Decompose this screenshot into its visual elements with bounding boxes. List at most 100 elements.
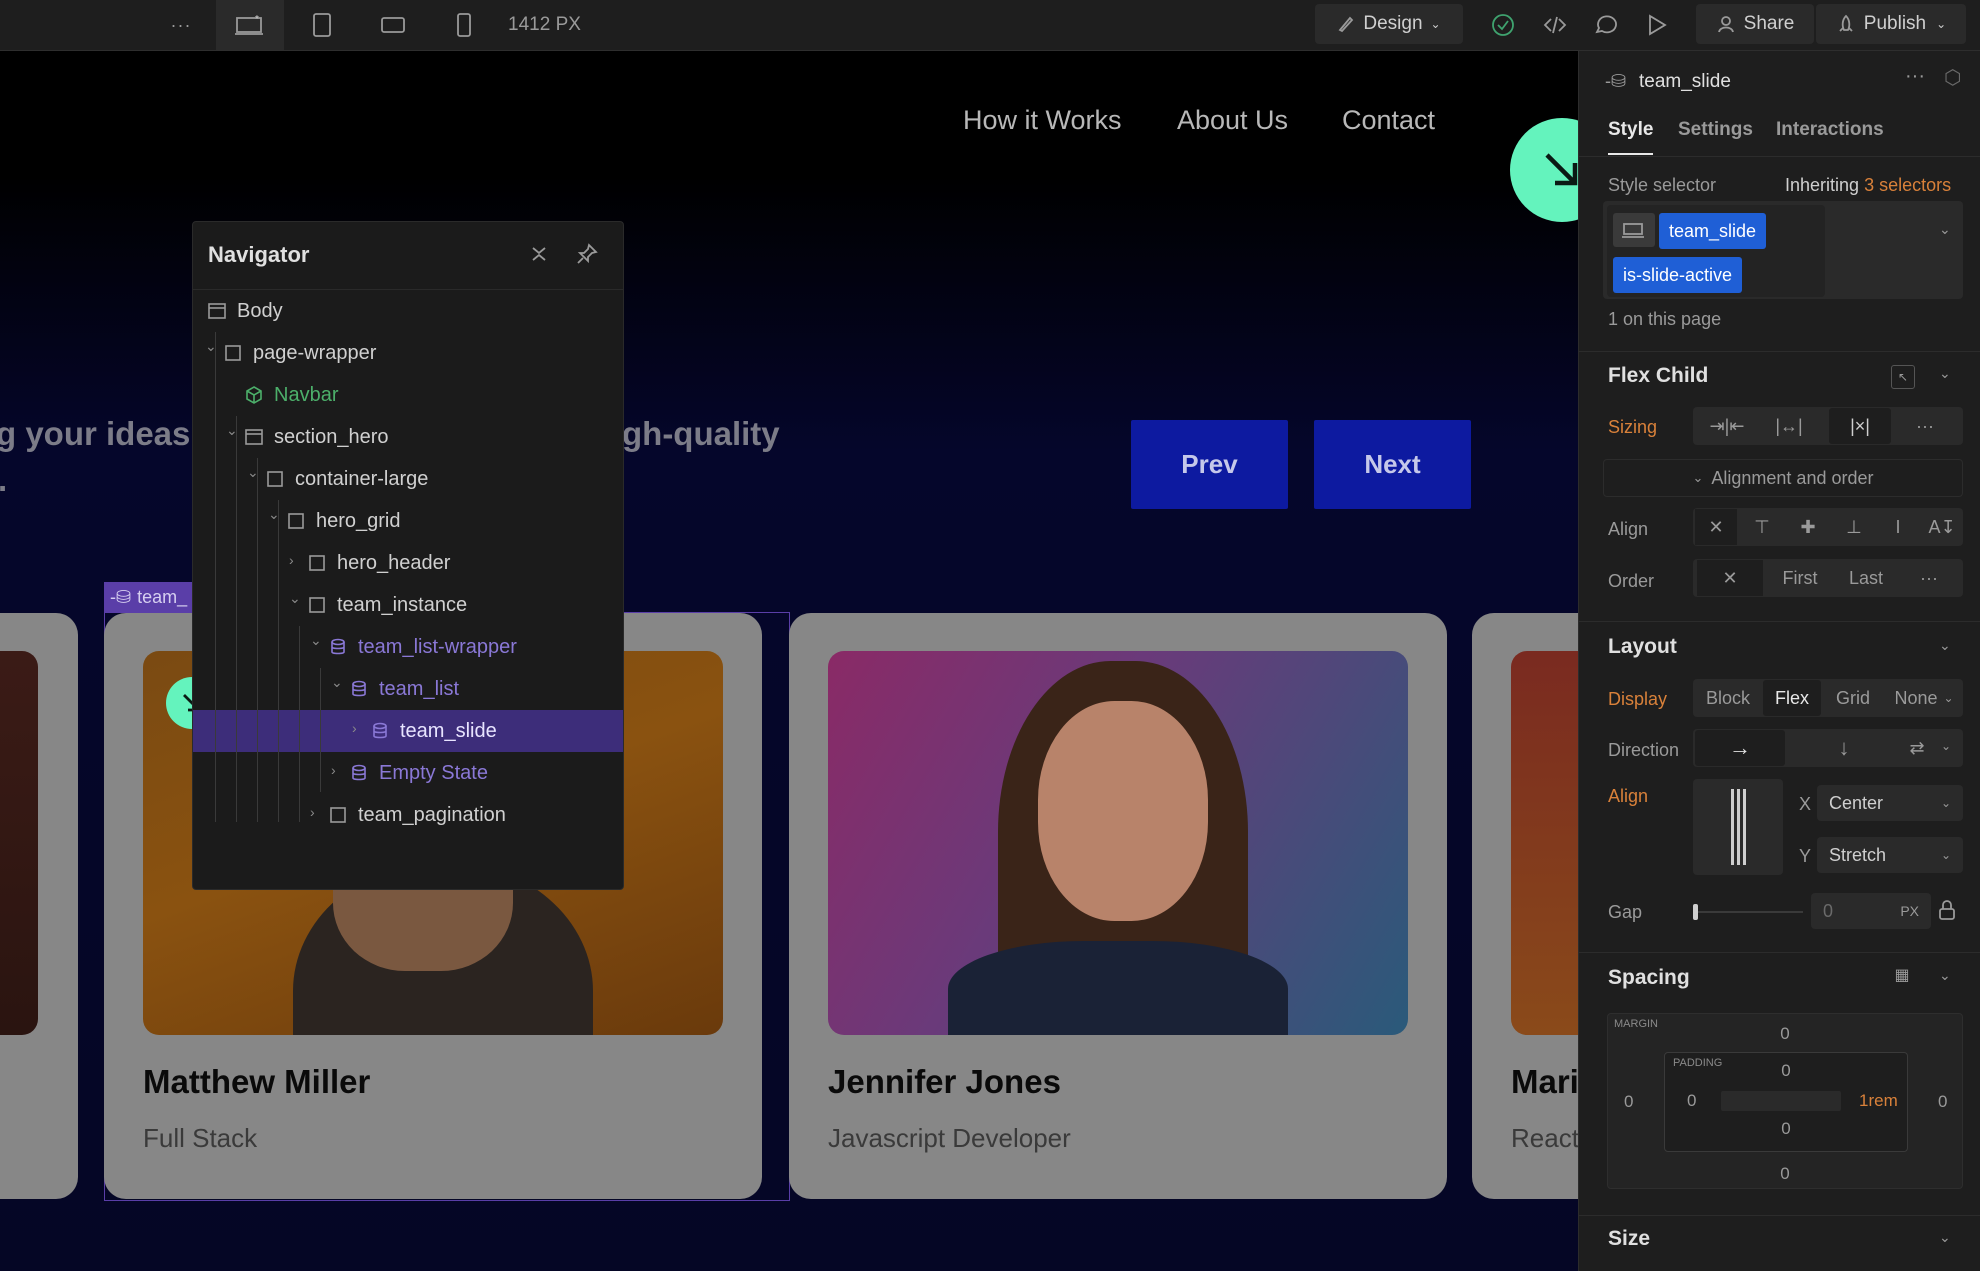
direction-column-button[interactable]: ↓	[1819, 730, 1869, 766]
chevron-down-icon[interactable]: ⌄	[331, 674, 347, 690]
chevron-right-icon[interactable]: ›	[310, 804, 326, 820]
sizing-more-button[interactable]: ···	[1895, 408, 1955, 444]
team-member-name: Mari	[1511, 1063, 1578, 1100]
chevron-down-icon[interactable]: ⌄	[226, 422, 242, 438]
margin-top-value[interactable]: 0	[1608, 1024, 1962, 1044]
selector-field[interactable]: team_slide is-slide-active ⌄	[1603, 201, 1963, 299]
display-none-button[interactable]: None ⌄	[1885, 680, 1963, 716]
direction-wrap-button[interactable]: ⇄	[1897, 730, 1937, 766]
navigator-item[interactable]: Navbar	[193, 374, 623, 416]
mobile-breakpoint-button[interactable]	[444, 8, 484, 42]
pin-button[interactable]	[575, 242, 603, 270]
padding-right-value[interactable]: 1rem	[1859, 1091, 1898, 1111]
collapse-all-button[interactable]	[527, 242, 555, 270]
chevron-down-icon: ⌄	[1936, 17, 1947, 31]
selector-chip-team-slide[interactable]: team_slide	[1659, 213, 1767, 249]
margin-right-value[interactable]: 0	[1938, 1092, 1947, 1112]
sizing-none-button[interactable]: |×|	[1829, 408, 1891, 444]
navigator-panel[interactable]: Navigator Body ⌄ page-wrapper Navbar ⌄ sectio…	[192, 221, 624, 890]
more-menu-button[interactable]: ···	[162, 10, 200, 40]
gap-slider-handle[interactable]	[1693, 904, 1698, 920]
direction-row-button[interactable]: →	[1695, 730, 1785, 766]
gap-input[interactable]: 0 PX	[1811, 893, 1931, 929]
team-card-partial-left[interactable]	[0, 613, 78, 1199]
selected-element-tag[interactable]: -⛁ team_	[104, 582, 204, 612]
size-title: Size	[1608, 1227, 1651, 1250]
padding-left-value[interactable]: 0	[1687, 1091, 1696, 1111]
team-card[interactable]: Jennifer Jones Javascript Developer	[789, 613, 1447, 1199]
order-more-button[interactable]: ···	[1899, 560, 1959, 596]
flex-child-help-icon[interactable]: ↖	[1891, 365, 1915, 389]
team-card-partial-right[interactable]: Mari React	[1472, 613, 1578, 1199]
gap-slider[interactable]	[1693, 904, 1803, 920]
tab-interactions[interactable]: Interactions	[1776, 119, 1884, 141]
design-canvas[interactable]: How it Works About Us Contact g your ide…	[0, 51, 1578, 1271]
slider-prev-button[interactable]: Prev	[1131, 420, 1288, 509]
alignment-and-order-toggle[interactable]: ⌄ Alignment and order	[1603, 459, 1963, 497]
chevron-right-icon[interactable]: ›	[331, 762, 347, 778]
align-self-end-button[interactable]: ⊥	[1833, 509, 1875, 545]
desktop-breakpoint-button[interactable]: *	[216, 0, 284, 50]
selector-chip-is-slide-active[interactable]: is-slide-active	[1613, 257, 1743, 293]
order-last-button[interactable]: Last	[1835, 560, 1897, 596]
mobile-landscape-icon	[381, 17, 405, 33]
chevron-down-icon[interactable]: ⌄	[289, 590, 305, 606]
tab-settings[interactable]: Settings	[1678, 119, 1753, 141]
align-x-select[interactable]: Center ⌄	[1817, 785, 1963, 821]
chevron-down-icon[interactable]: ⌄	[1939, 365, 1951, 382]
gap-lock-button[interactable]	[1937, 899, 1961, 923]
chevron-right-icon[interactable]: ›	[352, 720, 368, 736]
share-button[interactable]: Share	[1696, 4, 1814, 44]
chevron-right-icon[interactable]: ›	[289, 552, 305, 568]
chevron-down-icon[interactable]: ⌄	[247, 464, 263, 480]
align-y-select[interactable]: Stretch ⌄	[1817, 837, 1963, 873]
tablet-breakpoint-button[interactable]	[302, 8, 342, 42]
sizing-shrink-button[interactable]: ⇥|⇤	[1697, 408, 1757, 444]
slider-next-button[interactable]: Next	[1314, 420, 1471, 509]
align-self-center-button[interactable]: ✚	[1787, 509, 1829, 545]
align-self-auto-button[interactable]: ✕	[1695, 509, 1737, 545]
chevron-down-icon[interactable]: ⌄	[1939, 967, 1951, 984]
spacing-mode-icon[interactable]: ▦	[1889, 965, 1915, 989]
order-first-button[interactable]: First	[1769, 560, 1831, 596]
audit-check-button[interactable]	[1486, 8, 1520, 42]
comments-button[interactable]	[1588, 8, 1622, 42]
publish-button[interactable]: Publish ⌄	[1816, 4, 1966, 44]
margin-left-value[interactable]: 0	[1624, 1092, 1633, 1112]
align-self-stretch-button[interactable]: I	[1877, 509, 1919, 545]
navigator-item-label: team_pagination	[358, 803, 506, 826]
navigator-item[interactable]: ⌄ page-wrapper	[193, 332, 623, 374]
align-self-start-button[interactable]: ⊤	[1741, 509, 1783, 545]
landscape-breakpoint-button[interactable]	[372, 8, 414, 42]
chevron-down-icon[interactable]: ⌄	[1939, 221, 1951, 238]
sizing-grow-button[interactable]: |↔|	[1759, 408, 1819, 444]
viewport-width[interactable]: 1412 PX	[508, 10, 581, 40]
padding-bottom-value[interactable]: 0	[1665, 1119, 1907, 1139]
chevron-down-icon[interactable]: ⌄	[1939, 1229, 1951, 1246]
site-nav-about-us[interactable]: About Us	[1177, 105, 1288, 136]
chevron-down-icon[interactable]: ⌄	[310, 632, 326, 648]
chevron-down-icon[interactable]: ⌄	[268, 506, 284, 522]
padding-top-value[interactable]: 0	[1665, 1061, 1907, 1081]
navigator-item-label: hero_header	[337, 551, 451, 574]
code-button[interactable]	[1538, 8, 1572, 42]
navigator-item[interactable]: Body	[193, 290, 623, 332]
element-more-button[interactable]: ···	[1905, 65, 1925, 88]
margin-bottom-value[interactable]: 0	[1608, 1164, 1962, 1184]
preview-button[interactable]	[1640, 8, 1674, 42]
display-grid-button[interactable]: Grid	[1825, 680, 1881, 716]
chevron-down-icon[interactable]: ⌄	[1941, 739, 1951, 753]
align-self-baseline-button[interactable]: A↧	[1921, 509, 1963, 545]
display-flex-button[interactable]: Flex	[1763, 680, 1821, 716]
design-mode-dropdown[interactable]: Design ⌄	[1315, 4, 1463, 44]
align-grid-widget[interactable]	[1693, 779, 1783, 875]
chevron-down-icon[interactable]: ⌄	[1939, 637, 1951, 654]
component-icon[interactable]: ⬡	[1944, 65, 1961, 90]
display-block-button[interactable]: Block	[1697, 680, 1759, 716]
site-nav-how-it-works[interactable]: How it Works	[963, 105, 1122, 136]
tab-style[interactable]: Style	[1608, 119, 1654, 155]
site-nav-contact[interactable]: Contact	[1342, 105, 1435, 136]
navigator-item[interactable]: ⌄ section_hero	[193, 416, 623, 458]
chevron-down-icon[interactable]: ⌄	[205, 338, 221, 354]
order-auto-button[interactable]: ✕	[1697, 560, 1763, 596]
